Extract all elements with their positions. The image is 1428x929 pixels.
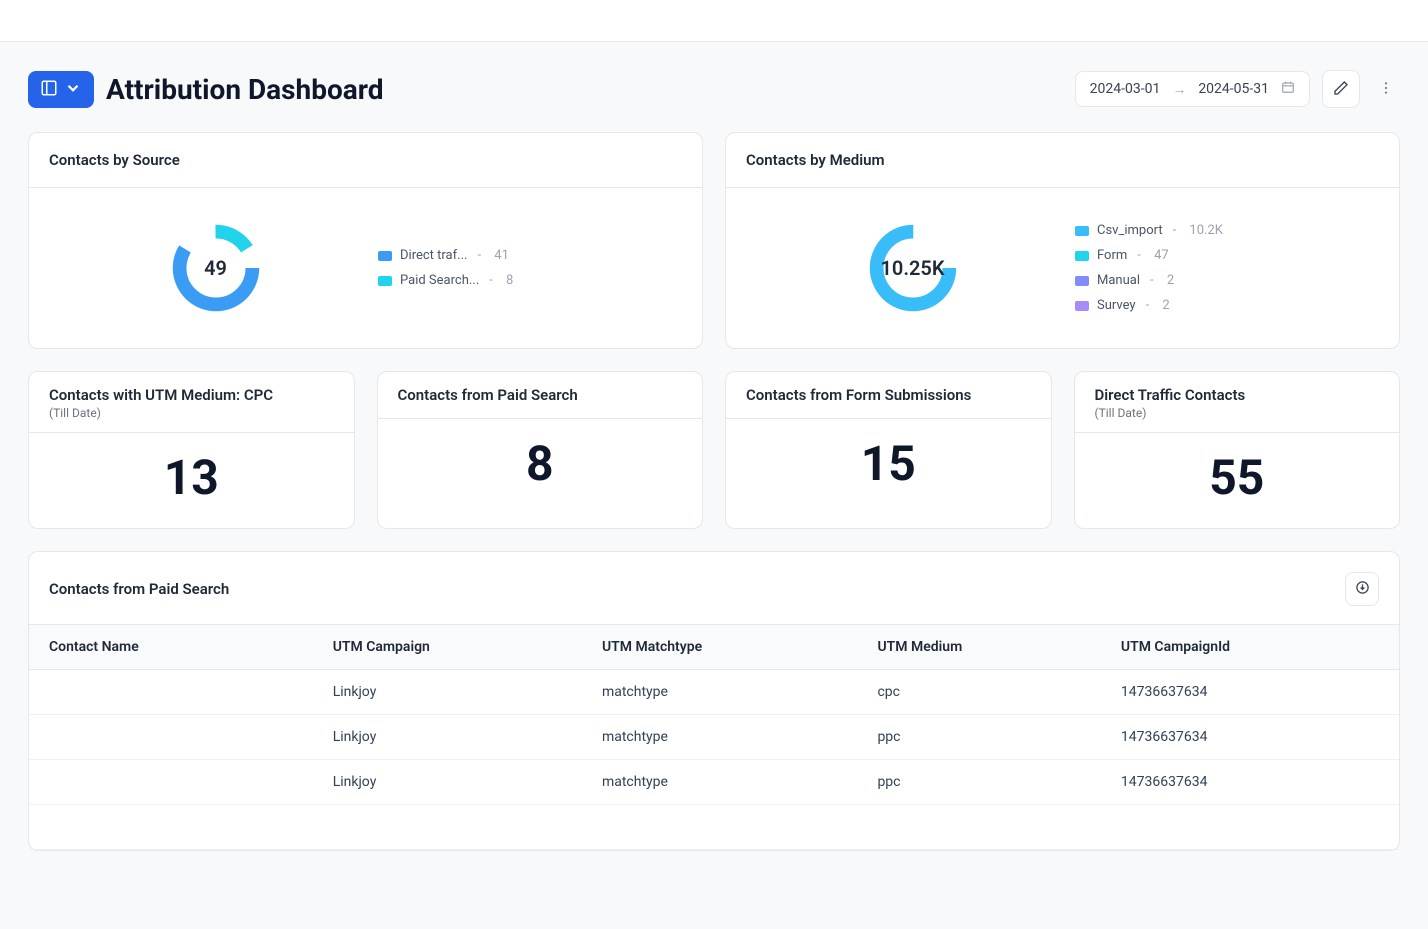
date-start: 2024-03-01 xyxy=(1090,81,1161,97)
edit-button[interactable] xyxy=(1322,70,1360,108)
stat-title: Contacts from Form Submissions xyxy=(746,386,1031,404)
table-row[interactable]: Linkjoy matchtype ppc 14736637634 xyxy=(29,760,1399,805)
cell-matchtype: matchtype xyxy=(586,715,862,760)
legend-value: 41 xyxy=(494,248,509,263)
dashboard-selector-button[interactable] xyxy=(28,71,94,108)
legend-item: Form - 47 xyxy=(1075,248,1375,263)
cell-contact xyxy=(29,805,317,850)
col-utm-medium[interactable]: UTM Medium xyxy=(861,625,1104,670)
page-content: Attribution Dashboard 2024-03-01 → 2024-… xyxy=(0,42,1428,879)
cell-cid: 14736637634 xyxy=(1105,670,1399,715)
more-vertical-icon xyxy=(1378,80,1394,99)
legend-value: 10.2K xyxy=(1189,223,1223,238)
legend-value: 2 xyxy=(1167,273,1174,288)
legend-label: Direct traf... xyxy=(400,248,467,263)
cell-matchtype: matchtype xyxy=(586,670,862,715)
stat-card-utm-cpc: Contacts with UTM Medium: CPC (Till Date… xyxy=(28,371,355,529)
legend-label: Form xyxy=(1097,248,1127,263)
stat-value: 15 xyxy=(726,419,1051,514)
legend-medium: Csv_import - 10.2K Form - 47 Manual - xyxy=(1075,223,1375,313)
chevron-down-icon xyxy=(64,79,82,100)
stat-title: Contacts with UTM Medium: CPC xyxy=(49,386,334,404)
cell-matchtype: matchtype xyxy=(586,760,862,805)
stat-title: Contacts from Paid Search xyxy=(398,386,683,404)
cell-medium: ppc xyxy=(861,760,1104,805)
stat-subtitle: (Till Date) xyxy=(1095,406,1380,420)
legend-label: Manual xyxy=(1097,273,1140,288)
stat-title: Direct Traffic Contacts xyxy=(1095,386,1380,404)
cell-medium: ppc xyxy=(861,715,1104,760)
cell-contact xyxy=(29,670,317,715)
legend-item: Paid Search... - 8 xyxy=(378,273,678,288)
legend-label: Paid Search... xyxy=(400,273,479,288)
arrow-right-icon: → xyxy=(1172,81,1186,98)
table-row[interactable]: Linkjoy matchtype cpc 14736637634 xyxy=(29,670,1399,715)
cell-contact xyxy=(29,760,317,805)
stat-value: 55 xyxy=(1075,433,1400,528)
download-icon xyxy=(1355,580,1370,598)
col-contact-name[interactable]: Contact Name xyxy=(29,625,317,670)
cell-cid: 14736637634 xyxy=(1105,760,1399,805)
legend-item: Csv_import - 10.2K xyxy=(1075,223,1375,238)
table-row[interactable] xyxy=(29,805,1399,850)
stat-card-paid-search: Contacts from Paid Search 8 xyxy=(377,371,704,529)
date-end: 2024-05-31 xyxy=(1198,81,1269,97)
legend-swatch xyxy=(378,276,392,286)
card-title: Contacts by Medium xyxy=(726,133,1399,188)
paid-search-table: Contact Name UTM Campaign UTM Matchtype … xyxy=(29,624,1399,850)
legend-source: Direct traf... - 41 Paid Search... - 8 xyxy=(378,248,678,288)
more-actions-button[interactable] xyxy=(1372,70,1400,108)
card-contacts-by-medium: Contacts by Medium 10.25K Csv_import - xyxy=(725,132,1400,349)
table-header-row: Contact Name UTM Campaign UTM Matchtype … xyxy=(29,625,1399,670)
cell-cid: 14736637634 xyxy=(1105,715,1399,760)
donut-center-value: 49 xyxy=(168,220,264,316)
stat-card-form-submissions: Contacts from Form Submissions 15 xyxy=(725,371,1052,529)
cell-campaign: Linkjoy xyxy=(317,715,586,760)
donut-center-value: 10.25K xyxy=(865,220,961,316)
legend-value: 2 xyxy=(1162,298,1169,313)
legend-item: Survey - 2 xyxy=(1075,298,1375,313)
card-paid-search-table: Contacts from Paid Search Contact Name U… xyxy=(28,551,1400,851)
col-utm-campaign-id[interactable]: UTM CampaignId xyxy=(1105,625,1399,670)
legend-swatch xyxy=(1075,276,1089,286)
legend-value: 47 xyxy=(1154,248,1169,263)
card-title: Contacts from Paid Search xyxy=(49,580,229,598)
cell-campaign: Linkjoy xyxy=(317,670,586,715)
top-bar xyxy=(0,0,1428,42)
cell-campaign: Linkjoy xyxy=(317,760,586,805)
card-contacts-by-source: Contacts by Source 49 Direct traf... xyxy=(28,132,703,349)
layout-icon xyxy=(40,79,58,100)
col-utm-matchtype[interactable]: UTM Matchtype xyxy=(586,625,862,670)
legend-label: Survey xyxy=(1097,298,1136,313)
legend-value: 8 xyxy=(506,273,513,288)
legend-label: Csv_import xyxy=(1097,223,1163,238)
card-title: Contacts by Source xyxy=(29,133,702,188)
page-header: Attribution Dashboard 2024-03-01 → 2024-… xyxy=(28,70,1400,108)
legend-swatch xyxy=(1075,251,1089,261)
col-utm-campaign[interactable]: UTM Campaign xyxy=(317,625,586,670)
legend-swatch xyxy=(1075,301,1089,311)
page-title: Attribution Dashboard xyxy=(106,73,384,106)
download-button[interactable] xyxy=(1345,572,1379,606)
calendar-icon xyxy=(1281,80,1295,98)
cell-contact xyxy=(29,715,317,760)
stat-value: 13 xyxy=(29,433,354,528)
cell-medium: cpc xyxy=(861,670,1104,715)
table-row[interactable]: Linkjoy matchtype ppc 14736637634 xyxy=(29,715,1399,760)
stat-subtitle: (Till Date) xyxy=(49,406,334,420)
legend-item: Manual - 2 xyxy=(1075,273,1375,288)
legend-swatch xyxy=(378,251,392,261)
legend-swatch xyxy=(1075,226,1089,236)
stat-value: 8 xyxy=(378,419,703,514)
legend-item: Direct traf... - 41 xyxy=(378,248,678,263)
donut-chart-source: 49 xyxy=(168,220,264,316)
donut-chart-medium: 10.25K xyxy=(865,220,961,316)
pencil-icon xyxy=(1333,80,1349,99)
stat-card-direct-traffic: Direct Traffic Contacts (Till Date) 55 xyxy=(1074,371,1401,529)
date-range-picker[interactable]: 2024-03-01 → 2024-05-31 xyxy=(1075,71,1310,107)
